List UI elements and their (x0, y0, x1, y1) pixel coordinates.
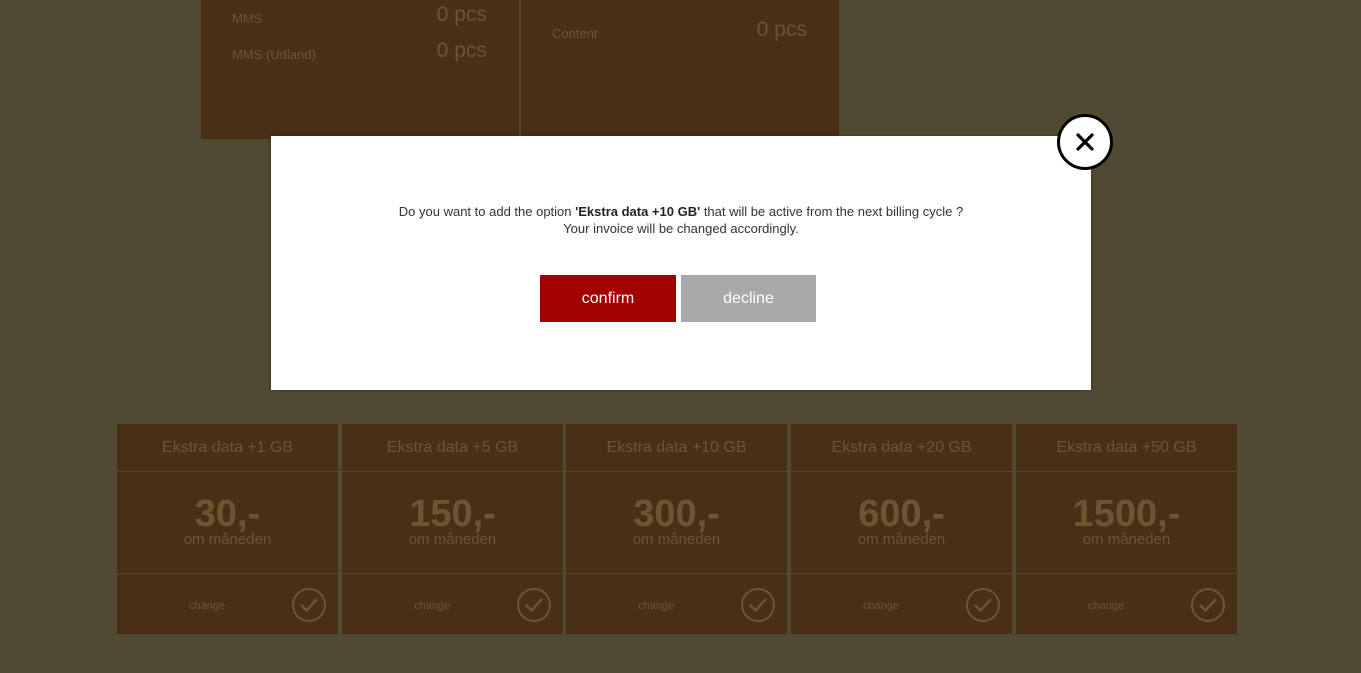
usage-value: 0 pcs (756, 18, 807, 41)
option-price: 30,- (194, 493, 261, 535)
decline-button[interactable]: decline (681, 275, 816, 322)
close-button[interactable] (1057, 114, 1113, 170)
usage-row-content: Content 0 pcs (552, 18, 807, 48)
change-link[interactable]: change (189, 600, 225, 612)
option-card-50gb: Ekstra data +50 GB 1500,- om måneden cha… (1016, 424, 1237, 634)
option-title: Ekstra data +5 GB (342, 424, 563, 472)
option-footer: change (791, 573, 1012, 634)
option-title: Ekstra data +50 GB (1016, 424, 1237, 472)
option-period: om måneden (408, 531, 497, 548)
dialog-message-line1: Do you want to add the option 'Ekstra da… (291, 203, 1071, 220)
check-icon[interactable] (1191, 588, 1225, 622)
option-footer: change (342, 573, 563, 634)
option-card-20gb: Ekstra data +20 GB 600,- om måneden chan… (791, 424, 1012, 634)
usage-label: MMS (232, 11, 263, 26)
usage-card-messaging: MMS 0 pcs MMS (Udland) 0 pcs (201, 0, 519, 139)
option-card-10gb: Ekstra data +10 GB 300,- om måneden chan… (566, 424, 787, 634)
check-icon[interactable] (741, 588, 775, 622)
usage-value: 0 pcs (436, 3, 487, 26)
option-name: 'Ekstra data +10 GB' (575, 204, 701, 219)
change-link[interactable]: change (1088, 600, 1124, 612)
usage-value: 0 pcs (436, 39, 487, 62)
usage-card-content: Content 0 pcs (521, 0, 839, 139)
option-title: Ekstra data +20 GB (791, 424, 1012, 472)
option-title: Ekstra data +10 GB (566, 424, 787, 472)
dialog-message-line2: Your invoice will be changed accordingly… (563, 221, 799, 236)
option-period: om måneden (857, 531, 946, 548)
dialog-message: Do you want to add the option 'Ekstra da… (291, 203, 1071, 237)
option-footer: change (117, 573, 338, 634)
option-price: 300,- (633, 493, 720, 535)
option-title: Ekstra data +1 GB (117, 424, 338, 472)
usage-row-mms-udland: MMS (Udland) 0 pcs (232, 39, 487, 69)
usage-row-mms: MMS 0 pcs (232, 3, 487, 33)
option-footer: change (566, 573, 787, 634)
data-options-list: Ekstra data +1 GB 30,- om måneden change… (117, 424, 1237, 634)
option-card-5gb: Ekstra data +5 GB 150,- om måneden chang… (342, 424, 563, 634)
check-icon[interactable] (517, 588, 551, 622)
check-icon[interactable] (292, 588, 326, 622)
option-price: 1500,- (1072, 493, 1181, 535)
option-period: om måneden (632, 531, 721, 548)
confirm-dialog: Do you want to add the option 'Ekstra da… (271, 136, 1091, 390)
option-price: 600,- (858, 493, 945, 535)
change-link[interactable]: change (863, 600, 899, 612)
change-link[interactable]: change (414, 600, 450, 612)
usage-label: MMS (Udland) (232, 47, 316, 62)
option-price: 150,- (409, 493, 496, 535)
option-footer: change (1016, 573, 1237, 634)
option-card-1gb: Ekstra data +1 GB 30,- om måneden change (117, 424, 338, 634)
option-period: om måneden (1082, 531, 1171, 548)
change-link[interactable]: change (638, 600, 674, 612)
message-text: Do you want to add the option (398, 204, 576, 219)
usage-label: Content (552, 26, 598, 41)
message-text: that will be active from the next billin… (700, 204, 964, 219)
option-period: om måneden (183, 531, 272, 548)
close-icon (1076, 133, 1094, 151)
check-icon[interactable] (966, 588, 1000, 622)
confirm-button[interactable]: confirm (540, 275, 676, 322)
